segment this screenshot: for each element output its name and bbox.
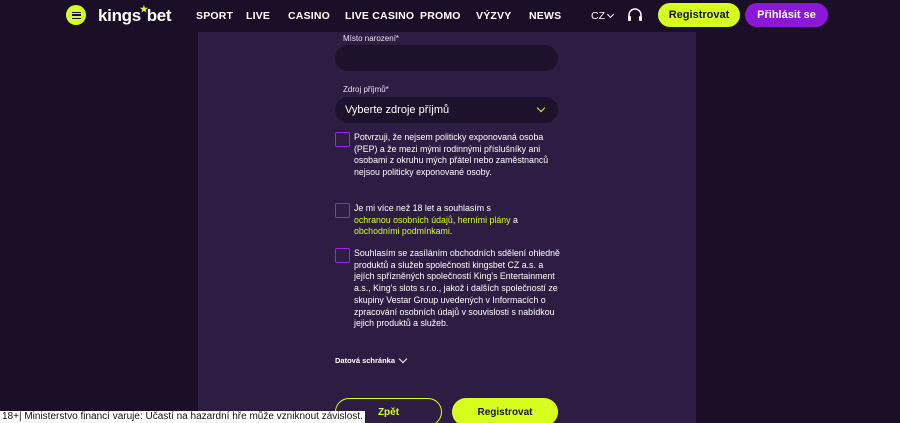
language-label: CZ <box>591 10 605 22</box>
age-terms-text: Je mi více než 18 let a souhlasím s ochr… <box>354 203 564 238</box>
top-header: kings★bet SPORT LIVE CASINO LIVE CASINO … <box>0 0 900 32</box>
birthplace-input[interactable] <box>335 45 558 71</box>
terms-link[interactable]: obchodními podmínkami <box>354 226 450 236</box>
language-select[interactable]: CZ <box>591 10 615 22</box>
data-box-toggle[interactable]: Datová schránka <box>335 354 408 365</box>
age-terms-checkbox[interactable] <box>335 203 350 218</box>
headset-support-icon[interactable] <box>627 8 643 23</box>
chevron-down-icon <box>536 103 546 113</box>
nav-live-casino[interactable]: LIVE CASINO <box>345 10 414 22</box>
nav-live[interactable]: LIVE <box>246 10 270 22</box>
marketing-consent-text: Souhlasím se zasíláním obchodních sdělen… <box>354 248 560 329</box>
age-terms-and: a <box>512 214 518 225</box>
nav-news[interactable]: NEWS <box>529 10 561 22</box>
age-terms-end: . <box>449 226 453 237</box>
chevron-down-icon <box>398 354 408 364</box>
nav-promo[interactable]: PROMO <box>420 10 461 22</box>
pep-consent-text: Potvrzuji, že nejsem politicky exponovan… <box>354 132 549 178</box>
age-terms-prefix: Je mi více než 18 let a souhlasím s <box>354 203 491 213</box>
privacy-link[interactable]: ochranou osobních údajů <box>354 215 453 225</box>
header-register-button[interactable]: Registrovat <box>658 3 740 27</box>
game-plans-link[interactable]: herními plány <box>458 215 511 225</box>
gambling-warning: 18+| Ministerstvo financí varuje: Účastí… <box>0 411 365 423</box>
marketing-checkbox[interactable] <box>335 248 350 263</box>
income-source-label: Zdroj příjmů* <box>343 85 389 94</box>
age-terms-sep: , <box>452 214 456 225</box>
income-source-placeholder: Vyberte zdroje příjmů <box>345 104 450 116</box>
logo-star-icon: ★ <box>139 4 148 14</box>
birthplace-label: Místo narození* <box>343 34 400 43</box>
data-box-label: Datová schránka <box>335 356 396 365</box>
kingsbet-logo[interactable]: kings★bet <box>98 4 172 26</box>
register-submit-button[interactable]: Registrovat <box>452 398 558 423</box>
nav-vyzvy[interactable]: VÝZVY <box>476 10 511 22</box>
hamburger-menu-button[interactable] <box>66 5 86 25</box>
nav-sport[interactable]: SPORT <box>196 10 233 22</box>
nav-casino[interactable]: CASINO <box>288 10 330 22</box>
pep-checkbox[interactable] <box>335 132 350 147</box>
income-source-select[interactable]: Vyberte zdroje příjmů <box>335 97 558 123</box>
login-button[interactable]: Přihlásit se <box>745 3 828 27</box>
menu-icon <box>71 11 81 19</box>
chevron-down-icon <box>606 10 615 19</box>
